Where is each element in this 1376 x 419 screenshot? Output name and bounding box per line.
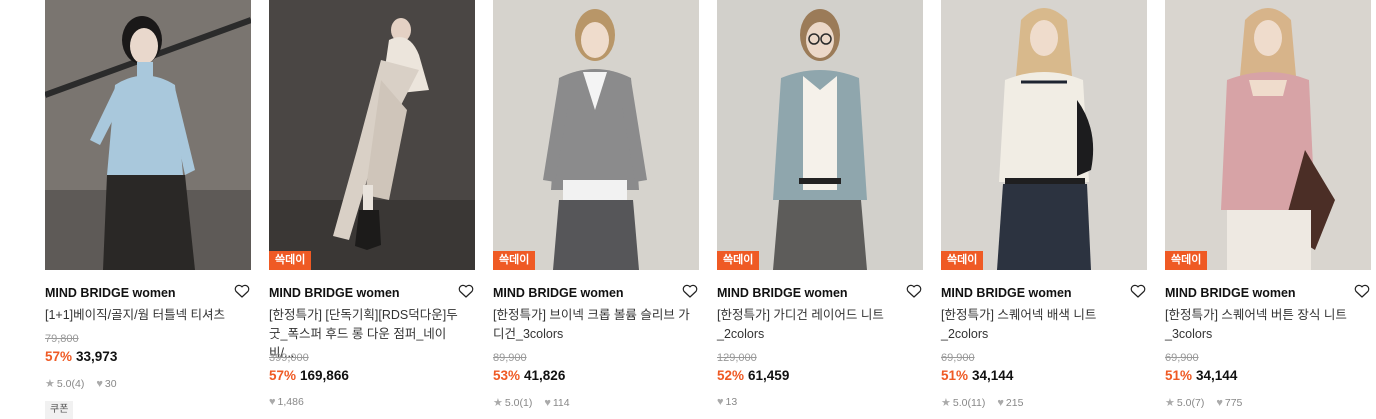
- product-photo: [45, 0, 251, 270]
- original-price: 69,900: [1165, 352, 1199, 364]
- product-meta: ★ 5.0 (1) ♥ 114: [493, 396, 570, 410]
- product-photo: [717, 0, 923, 270]
- price-value: 61,459: [748, 368, 790, 383]
- product-photo: [493, 0, 699, 270]
- original-price: 399,000: [269, 352, 309, 364]
- product-image[interactable]: 쓱데이: [941, 0, 1147, 270]
- review-count: (4): [71, 377, 85, 390]
- wishlist-heart-icon[interactable]: [905, 282, 923, 300]
- heart-icon: ♥: [1216, 396, 1223, 409]
- like-count: 215: [1005, 396, 1024, 409]
- review-count: (1): [519, 396, 533, 409]
- brand-name[interactable]: MIND BRIDGE women: [941, 286, 1072, 300]
- promo-badge: 쓱데이: [269, 251, 312, 270]
- product-meta: ♥ 1,486: [269, 396, 304, 408]
- wishlist-heart-icon[interactable]: [1129, 282, 1147, 300]
- promo-badge: 쓱데이: [717, 251, 760, 270]
- brand-name[interactable]: MIND BRIDGE women: [717, 286, 848, 300]
- wishlist-heart-icon[interactable]: [233, 282, 251, 300]
- product-image[interactable]: 쓱데이: [1165, 0, 1371, 270]
- rating-value: 5.0: [952, 396, 968, 409]
- brand-name[interactable]: MIND BRIDGE women: [45, 286, 176, 300]
- product-image[interactable]: 쓱데이: [717, 0, 923, 270]
- like-count: 30: [104, 377, 117, 390]
- coupon-badge: 쿠폰: [45, 401, 74, 419]
- product-title[interactable]: [한정특가] 브이넥 크롭 볼륨 슬리브 가디건_3colors: [493, 306, 693, 344]
- sale-price: 57% 169,866: [269, 368, 349, 383]
- product-grid: MIND BRIDGE women [1+1]베이직/골지/웜 터틀넥 티셔츠 …: [0, 0, 1376, 419]
- review-count: (7): [1191, 396, 1205, 409]
- discount-rate: 53%: [493, 368, 521, 383]
- promo-badge: 쓱데이: [941, 251, 984, 270]
- wishlist-heart-icon[interactable]: [1353, 282, 1371, 300]
- like-count: 114: [552, 396, 570, 409]
- like-count: 775: [1224, 396, 1243, 409]
- heart-icon: ♥: [997, 396, 1004, 409]
- product-title[interactable]: [한정특가] 가디건 레이어드 니트_2colors: [717, 306, 917, 344]
- discount-rate: 51%: [941, 368, 969, 383]
- product-card[interactable]: 쓱데이 MIND BRIDGE women [한정특가] 브이넥 크롭 볼륨 슬…: [493, 0, 699, 409]
- price-value: 169,866: [300, 368, 349, 383]
- price-value: 41,826: [524, 368, 566, 383]
- product-image[interactable]: 쓱데이: [269, 0, 475, 270]
- brand-name[interactable]: MIND BRIDGE women: [1165, 286, 1296, 300]
- product-photo: [941, 0, 1147, 270]
- sale-price: 51% 34,144: [1165, 368, 1237, 383]
- product-card[interactable]: 쓱데이 MIND BRIDGE women [한정특가] 가디건 레이어드 니트…: [717, 0, 923, 408]
- like-count: 13: [725, 396, 738, 408]
- wishlist-heart-icon[interactable]: [457, 282, 475, 300]
- discount-rate: 51%: [1165, 368, 1193, 383]
- product-meta: ★ 5.0 (4) ♥ 30: [45, 377, 117, 391]
- product-title[interactable]: [1+1]베이직/골지/웜 터틀넥 티셔츠: [45, 306, 245, 325]
- heart-icon: ♥: [717, 396, 724, 408]
- sale-price: 52% 61,459: [717, 368, 789, 383]
- original-price: 89,900: [493, 352, 527, 364]
- like-count: 1,486: [277, 396, 304, 408]
- heart-icon: ♥: [96, 377, 103, 390]
- discount-rate: 57%: [269, 368, 297, 383]
- original-price: 69,900: [941, 352, 975, 364]
- heart-icon: ♥: [269, 396, 276, 408]
- star-icon: ★: [493, 397, 503, 409]
- original-price: 79,800: [45, 333, 79, 345]
- heart-icon: ♥: [544, 396, 551, 409]
- star-icon: ★: [1165, 397, 1175, 409]
- promo-badge: 쓱데이: [493, 251, 536, 270]
- promo-badge: 쓱데이: [1165, 251, 1208, 270]
- wishlist-heart-icon[interactable]: [681, 282, 699, 300]
- sale-price: 57% 33,973: [45, 349, 117, 364]
- product-photo: [1165, 0, 1371, 270]
- price-value: 33,973: [76, 349, 118, 364]
- brand-name[interactable]: MIND BRIDGE women: [493, 286, 624, 300]
- rating-value: 5.0: [504, 396, 520, 409]
- product-card[interactable]: 쓱데이 MIND BRIDGE women [한정특가] 스퀘어넥 버튼 장식 …: [1165, 0, 1371, 409]
- star-icon: ★: [45, 378, 55, 390]
- sale-price: 51% 34,144: [941, 368, 1013, 383]
- product-image[interactable]: 쓱데이: [493, 0, 699, 270]
- product-title[interactable]: [한정특가] 스퀘어넥 버튼 장식 니트_3colors: [1165, 306, 1365, 344]
- product-photo: [269, 0, 475, 270]
- sale-price: 53% 41,826: [493, 368, 565, 383]
- brand-name[interactable]: MIND BRIDGE women: [269, 286, 400, 300]
- product-meta: ♥ 13: [717, 396, 737, 408]
- product-image[interactable]: [45, 0, 251, 270]
- price-value: 34,144: [1196, 368, 1238, 383]
- product-title[interactable]: [한정특가] 스퀘어넥 배색 니트_2colors: [941, 306, 1141, 344]
- original-price: 129,000: [717, 352, 757, 364]
- product-meta: ★ 5.0 (7) ♥ 775: [1165, 396, 1243, 410]
- rating-value: 5.0: [56, 377, 72, 390]
- product-meta: ★ 5.0 (11) ♥ 215: [941, 396, 1024, 410]
- product-card[interactable]: MIND BRIDGE women [1+1]베이직/골지/웜 터틀넥 티셔츠 …: [45, 0, 251, 419]
- price-value: 34,144: [972, 368, 1014, 383]
- discount-rate: 52%: [717, 368, 745, 383]
- rating-value: 5.0: [1176, 396, 1192, 409]
- star-icon: ★: [941, 397, 951, 409]
- product-card[interactable]: 쓱데이 MIND BRIDGE women [한정특가] [단독기획][RDS덕…: [269, 0, 475, 408]
- product-card[interactable]: 쓱데이 MIND BRIDGE women [한정특가] 스퀘어넥 배색 니트_…: [941, 0, 1147, 409]
- review-count: (11): [967, 396, 986, 409]
- discount-rate: 57%: [45, 349, 73, 364]
